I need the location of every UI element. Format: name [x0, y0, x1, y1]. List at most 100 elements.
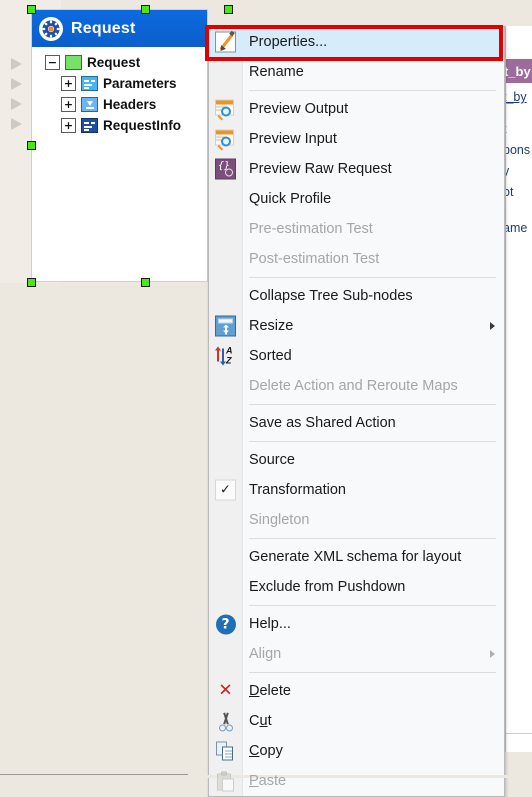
preview-raw-icon: {} — [214, 158, 237, 181]
menu-separator — [249, 538, 496, 539]
menu-separator — [249, 90, 496, 91]
selection-handle-top-left[interactable] — [27, 5, 36, 14]
menu-item-cut[interactable]: Cut — [209, 706, 504, 736]
tree-item-label: Headers — [103, 97, 157, 112]
tree-item-label: Parameters — [103, 76, 177, 91]
menu-item-label: Preview Raw Request — [249, 161, 392, 177]
expander-expand-requestinfo[interactable]: + — [61, 118, 76, 133]
menu-mnemonic: C — [249, 743, 260, 759]
menu-item-delete-action-and-reroute-maps: Delete Action and Reroute Maps — [209, 371, 504, 401]
menu-item-label: Properties... — [249, 34, 328, 50]
menu-item-properties[interactable]: Properties... — [209, 27, 504, 57]
menu-item-collapse-tree-sub-nodes[interactable]: Collapse Tree Sub-nodes — [209, 281, 504, 311]
menu-item-preview-input[interactable]: Preview Input — [209, 124, 504, 154]
selection-handle-bottom-center[interactable] — [141, 278, 150, 287]
menu-item-label: Generate XML schema for layout — [249, 549, 462, 565]
right-panel-line-6: ame — [505, 221, 528, 235]
menu-item-paste: Paste — [209, 766, 504, 796]
right-panel-line-4: y — [506, 164, 509, 178]
scissors-icon — [214, 710, 237, 733]
menu-item-save-as-shared-action[interactable]: Save as Shared Action — [209, 408, 504, 438]
expander-collapse[interactable]: − — [45, 55, 60, 70]
right-side-panel[interactable]: t_by t_by t pons y ot ame — [505, 26, 532, 752]
menu-separator — [249, 441, 496, 442]
request-node[interactable]: Request − Request + Parameters + Headers… — [31, 9, 208, 282]
input-port-2[interactable] — [11, 78, 22, 90]
menu-item-label: Preview Input — [249, 131, 337, 147]
menu-item-label: Resize — [249, 318, 294, 334]
window-bottom-line — [0, 774, 188, 775]
selection-handle-top-center[interactable] — [141, 5, 150, 14]
menu-separator — [249, 605, 496, 606]
tree-item-request[interactable]: − Request — [45, 52, 207, 73]
green-square-icon — [65, 55, 82, 70]
menu-item-post-estimation-test: Post-estimation Test — [209, 244, 504, 274]
selection-handle-top-right[interactable] — [224, 5, 233, 14]
tree-item-label: Request — [87, 55, 141, 70]
right-panel-line-1[interactable]: t_by — [506, 90, 527, 104]
menu-item-label: Paste — [249, 773, 287, 789]
menu-item-pre-estimation-test: Pre-estimation Test — [209, 214, 504, 244]
menu-item-label: Align — [249, 646, 282, 662]
gear-icon — [39, 16, 63, 41]
input-port-1[interactable] — [11, 58, 22, 70]
input-port-3[interactable] — [11, 98, 22, 110]
menu-item-delete[interactable]: ✕ Delete — [209, 676, 504, 706]
menu-separator — [249, 404, 496, 405]
menu-item-preview-output[interactable]: Preview Output — [209, 94, 504, 124]
right-panel-header-label: t_by — [505, 63, 531, 79]
menu-item-exclude-from-pushdown[interactable]: Exclude from Pushdown — [209, 572, 504, 602]
menu-item-transformation[interactable]: ✓ Transformation — [209, 475, 504, 505]
menu-item-label: Transformation — [249, 482, 346, 498]
blue-download-icon — [81, 97, 98, 112]
right-panel-header: t_by — [506, 59, 532, 83]
right-panel-divider — [506, 733, 532, 734]
menu-item-label: Delete — [249, 683, 291, 699]
menu-item-singleton: Singleton — [209, 505, 504, 535]
tree-item-headers[interactable]: + Headers — [45, 94, 207, 115]
graph-canvas[interactable]: Request − Request + Parameters + Headers… — [0, 0, 532, 797]
menu-item-preview-raw-request[interactable]: {} Preview Raw Request — [209, 154, 504, 184]
edit-properties-icon — [214, 30, 237, 54]
tree-item-parameters[interactable]: + Parameters — [45, 73, 207, 94]
menu-item-label: Save as Shared Action — [249, 415, 396, 431]
preview-input-icon — [214, 128, 237, 151]
menu-item-source[interactable]: Source — [209, 445, 504, 475]
menu-item-help[interactable]: ? Help... — [209, 609, 504, 639]
paste-icon — [214, 770, 237, 793]
context-menu[interactable]: Properties... Rename Preview Output Prev… — [208, 26, 505, 797]
node-tree[interactable]: − Request + Parameters + Headers + Reque… — [32, 47, 207, 136]
input-port-4[interactable] — [11, 118, 22, 130]
menu-item-generate-xml-schema[interactable]: Generate XML schema for layout — [209, 542, 504, 572]
expander-expand-headers[interactable]: + — [61, 97, 76, 112]
menu-separator — [249, 277, 496, 278]
expander-expand-parameters[interactable]: + — [61, 76, 76, 91]
menu-item-label: Preview Output — [249, 101, 349, 117]
menu-item-quick-profile[interactable]: Quick Profile — [209, 184, 504, 214]
menu-item-label: Post-estimation Test — [249, 251, 380, 267]
node-title-bar[interactable]: Request — [32, 10, 207, 47]
right-panel-line-2: t — [506, 122, 507, 136]
tree-item-requestinfo[interactable]: + RequestInfo — [45, 115, 207, 136]
menu-item-label: Rename — [249, 64, 304, 80]
selection-handle-mid-left[interactable] — [27, 141, 36, 150]
menu-mnemonic: D — [249, 683, 260, 699]
menu-item-label: Delete Action and Reroute Maps — [249, 378, 458, 394]
menu-item-label: Sorted — [249, 348, 292, 364]
menu-item-rename[interactable]: Rename — [209, 57, 504, 87]
check-icon: ✓ — [214, 479, 237, 502]
menu-separator — [249, 672, 496, 673]
menu-item-sorted[interactable]: AZ Sorted — [209, 341, 504, 371]
menu-mnemonic: P — [249, 773, 259, 789]
help-icon: ? — [214, 613, 237, 636]
right-panel-line-5: ot — [506, 185, 514, 199]
menu-item-resize[interactable]: Resize — [209, 311, 504, 341]
menu-item-label: Quick Profile — [249, 191, 332, 207]
resize-icon — [214, 315, 237, 338]
delete-x-icon: ✕ — [218, 680, 233, 701]
selection-handle-bottom-left[interactable] — [27, 278, 36, 287]
menu-item-label: Pre-estimation Test — [249, 221, 373, 237]
right-panel-top-gap — [505, 0, 532, 26]
menu-item-copy[interactable]: Copy — [209, 736, 504, 766]
menu-item-label: Cut — [249, 713, 272, 729]
